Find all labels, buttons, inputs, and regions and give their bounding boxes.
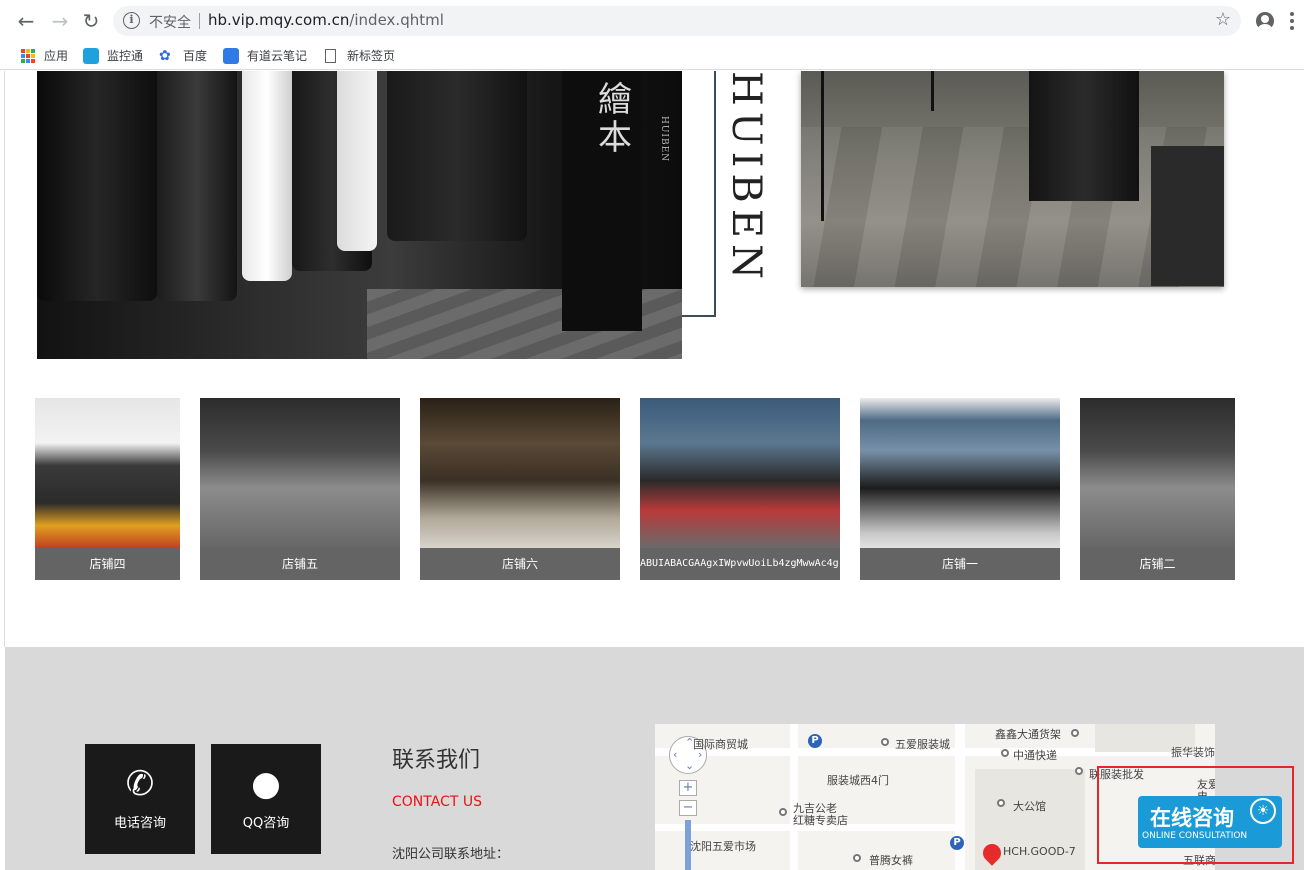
map-label: 中通快递 (1013, 749, 1057, 762)
parking-icon: P (808, 734, 822, 748)
bookmark-youdao[interactable]: 有道云笔记 (223, 46, 317, 66)
qq-consult-label: QQ咨询 (242, 816, 290, 831)
bookmark-baidu[interactable]: ✿ 百度 (159, 46, 215, 66)
poi-marker (997, 799, 1005, 807)
poi-marker (853, 854, 861, 862)
store-thumbnail (860, 398, 1060, 548)
qq-penguin-icon: ● (251, 764, 281, 804)
rail (931, 71, 934, 111)
map-label: 红糖专卖店 (793, 814, 848, 827)
bookmarks-bar: 应用 监控通 ✿ 百度 有道云笔记 新标签页 (0, 42, 1304, 70)
map-label: 大公馆 (1013, 800, 1046, 813)
security-label: 不安全 (149, 15, 191, 31)
map-label: HCH.GOOD-7 (1003, 845, 1076, 858)
store-thumbnail (640, 398, 840, 548)
url-path: /index.qhtml (349, 11, 444, 29)
store-card[interactable]: ABUIABACGAAgxIWpvwUoiLb4zgMwwAc4g (640, 398, 840, 580)
frame-line (682, 315, 716, 317)
banner-latin-text: HUIBEN (659, 116, 669, 163)
browser-toolbar: ← → ↻ i 不安全 hb.vip.mqy.com.cn/index.qhtm… (0, 0, 1304, 42)
contact-title: 联系我们 (392, 748, 481, 773)
bookmark-label: 有道云笔记 (247, 49, 308, 63)
apps-grid-icon (20, 48, 36, 64)
white-shirts (337, 71, 377, 251)
account-icon[interactable] (1256, 12, 1274, 30)
map-label: 服装城西4门 (827, 774, 889, 787)
address-bar[interactable]: i 不安全 hb.vip.mqy.com.cn/index.qhtml ☆ (113, 6, 1241, 36)
map-label: 普腾女裤 (869, 854, 913, 867)
store-interior-photo (801, 71, 1224, 287)
map-road (790, 724, 798, 870)
store-thumbnail (35, 398, 180, 548)
url-host: hb.vip.mqy.com.cn (208, 11, 350, 29)
map-zoom-out[interactable]: − (679, 800, 697, 816)
phone-consult-label: 电话咨询 (113, 816, 166, 831)
forward-arrow-icon[interactable]: → (48, 9, 72, 33)
store-caption: 店铺一 (860, 548, 1060, 580)
baidu-paw-icon: ✿ (159, 48, 171, 64)
bookmark-label: 监控通 (107, 49, 144, 63)
clothing-rack (387, 71, 527, 241)
clothing-rack (157, 71, 237, 301)
bookmark-apps[interactable]: 应用 (20, 46, 76, 66)
address-label: 沈阳公司联系地址： (392, 847, 510, 862)
map-label: 鑫鑫大通货架 (995, 728, 1061, 741)
clothing-rack (37, 71, 157, 301)
url-text[interactable]: hb.vip.mqy.com.cn/index.qhtml (208, 11, 444, 29)
rail (821, 71, 824, 221)
display-counter (1151, 146, 1224, 286)
map-zoom-in[interactable]: + (679, 780, 697, 796)
page-content: 繪本 HUIBEN HUIBEN 店铺四 店铺五 店铺六 ABUIABACGAA… (0, 71, 1304, 870)
vertical-brand-text: HUIBEN (723, 71, 769, 285)
banner-logo-text: 繪本 (598, 80, 632, 158)
map-label: 沈阳五爱市场 (690, 840, 756, 853)
note-icon (223, 48, 239, 64)
store-card[interactable]: 店铺五 (200, 398, 400, 580)
store-thumbnail (420, 398, 620, 548)
store-caption: 店铺四 (35, 548, 180, 580)
parking-icon: P (950, 836, 964, 850)
star-icon[interactable]: ☆ (1215, 9, 1231, 30)
bookmark-label: 应用 (44, 49, 69, 63)
poi-marker (881, 738, 889, 746)
store-card[interactable]: 店铺一 (860, 398, 1060, 580)
store-thumbnail (200, 398, 400, 548)
reload-icon[interactable]: ↻ (79, 9, 103, 33)
back-arrow-icon[interactable]: ← (14, 9, 38, 33)
bookmark-monitor[interactable]: 监控通 (83, 46, 153, 66)
poi-marker (779, 808, 787, 816)
map-label: 振华装饰 (1171, 746, 1215, 759)
poi-marker (1001, 749, 1009, 757)
store-card[interactable]: 店铺四 (35, 398, 180, 580)
bookmark-label: 百度 (183, 49, 208, 63)
store-caption: 店铺二 (1080, 548, 1235, 580)
store-gallery: 店铺四 店铺五 店铺六 ABUIABACGAAgxIWpvwUoiLb4zgMw… (0, 398, 1304, 580)
white-shirts (242, 71, 292, 281)
hanging-clothes (1029, 71, 1139, 201)
omnibox-separator (199, 13, 200, 29)
phone-consult-button[interactable]: ✆ 电话咨询 (85, 744, 195, 854)
map-label: 国际商贸城 (693, 738, 748, 751)
store-caption: ABUIABACGAAgxIWpvwUoiLb4zgMwwAc4g (640, 548, 840, 580)
store-thumbnail (1080, 398, 1235, 548)
phone-icon: ✆ (125, 764, 155, 804)
bookmark-newtab[interactable]: 新标签页 (323, 46, 403, 66)
poi-marker (1075, 767, 1083, 775)
menu-dots-icon[interactable] (1290, 12, 1294, 30)
hero-store-photo: 繪本 HUIBEN (37, 71, 682, 359)
page-icon (325, 49, 336, 63)
frame-line (714, 71, 716, 317)
monitor-icon (83, 48, 99, 64)
store-card[interactable]: 店铺二 (1080, 398, 1235, 580)
highlight-annotation-box (1097, 766, 1294, 864)
store-caption: 店铺五 (200, 548, 400, 580)
store-caption: 店铺六 (420, 548, 620, 580)
bookmark-label: 新标签页 (347, 49, 396, 63)
contact-subtitle: CONTACT US (392, 794, 482, 810)
poi-marker (1071, 729, 1079, 737)
qq-consult-button[interactable]: ● QQ咨询 (211, 744, 321, 854)
info-icon[interactable]: i (123, 12, 140, 29)
map-label: 五爱服装城 (895, 738, 950, 751)
store-card[interactable]: 店铺六 (420, 398, 620, 580)
